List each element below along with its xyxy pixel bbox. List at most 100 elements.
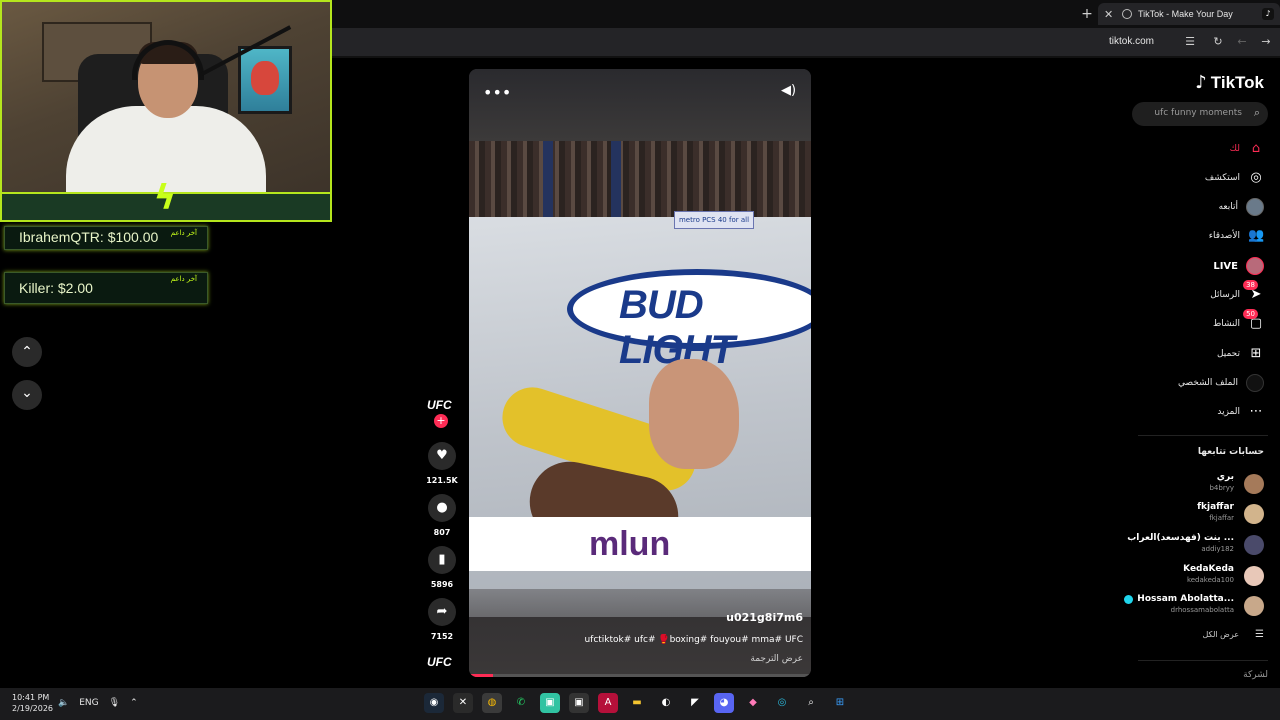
- more-options-icon[interactable]: •••: [483, 83, 511, 102]
- sidebar-item-more[interactable]: المزيد ⋯: [1217, 403, 1264, 421]
- back-icon[interactable]: ←: [1234, 34, 1250, 50]
- reload-icon[interactable]: ↻: [1210, 34, 1226, 50]
- tab-strip: + ✕ TikTok - Make Your Day ♪: [330, 0, 1280, 28]
- account-name: بنت (فهدسعد)العراب ...: [1127, 533, 1234, 543]
- site-settings-icon[interactable]: ☰: [1182, 34, 1198, 50]
- creator-avatar[interactable]: UFC: [427, 398, 457, 414]
- next-video-button[interactable]: ⌄: [12, 380, 42, 410]
- like-button[interactable]: ♥: [428, 442, 456, 470]
- volume-tray-icon[interactable]: 🔈: [58, 698, 69, 708]
- avatar: [1244, 596, 1264, 616]
- edge-icon[interactable]: ◎: [772, 693, 792, 713]
- following-accounts-title: حسابات تتابعها: [1197, 447, 1264, 457]
- followed-account[interactable]: KedaKeda kedakeda100: [1124, 564, 1264, 588]
- compass-icon: ◎: [1250, 170, 1262, 185]
- mat-logo-text: BUD LIGHT: [619, 283, 735, 372]
- followed-account[interactable]: بري b4bryy: [1124, 472, 1264, 496]
- previous-video-button[interactable]: ⌃: [12, 337, 42, 367]
- music-disc-logo[interactable]: UFC: [427, 655, 452, 669]
- clock-time: 10:41 PM: [12, 693, 50, 702]
- sidebar-item-label: أتابعه: [1218, 202, 1238, 212]
- channel-logo-icon: ϟ: [153, 178, 177, 218]
- followed-account[interactable]: fkjaffar fkjaffar: [1124, 502, 1264, 526]
- streamer-webcam: ϟ: [0, 0, 332, 222]
- sidebar-divider: [1138, 660, 1268, 661]
- sidebar-item-live[interactable]: LIVE: [1213, 257, 1264, 275]
- capcut-icon[interactable]: ◤: [685, 693, 705, 713]
- tab-favicon-icon: [1122, 9, 1132, 19]
- account-name: KedaKeda: [1183, 564, 1234, 574]
- video-caption[interactable]: ufctiktok# ufc# 🥊boxing# fouyou# mma# UF…: [584, 635, 803, 645]
- video-author[interactable]: u021g8i7m6: [726, 611, 803, 624]
- taskbar: 10:41 PM 2/19/2026 🔈 ENG 🎙 ⌃ ◉ ✕ ◍ ✆ ▣ ▣…: [0, 688, 1280, 720]
- more-icon: ⋯: [1249, 404, 1263, 419]
- account-handle: b4bryy: [1209, 484, 1234, 492]
- sidebar-item-following[interactable]: أتابعه: [1219, 198, 1264, 216]
- comment-button[interactable]: ●: [428, 494, 456, 522]
- volume-icon[interactable]: ◀): [781, 83, 797, 98]
- language-indicator[interactable]: ENG: [79, 698, 98, 708]
- video-crowd: [469, 141, 811, 217]
- list-icon: ☰: [1255, 629, 1264, 640]
- like-count: 121.5K: [426, 476, 458, 485]
- tiktok-wordmark: TikTok: [1210, 72, 1264, 92]
- tiktok-favicon-icon: ♪: [1262, 8, 1274, 20]
- system-clock[interactable]: 10:41 PM 2/19/2026: [12, 692, 53, 714]
- app-icon[interactable]: ◐: [656, 693, 676, 713]
- sidebar-divider: [1138, 435, 1268, 436]
- discord-icon[interactable]: ◕: [714, 693, 734, 713]
- see-all-link[interactable]: عرض الكل ☰: [1202, 629, 1264, 640]
- sidebar-item-activity[interactable]: النشاط ▢ 50: [1213, 309, 1264, 333]
- taskbar-apps: ◉ ✕ ◍ ✆ ▣ ▣ A ▬ ◐ ◤ ◕ ◆ ◎ ⌕ ⊞: [424, 693, 850, 713]
- browser-tab[interactable]: ✕ TikTok - Make Your Day ♪: [1098, 3, 1280, 25]
- adobe-icon[interactable]: A: [598, 693, 618, 713]
- sidebar-item-upload[interactable]: تحميل ⊞: [1217, 345, 1264, 363]
- close-tab-icon[interactable]: ✕: [1104, 8, 1116, 21]
- video-progress-bar[interactable]: [469, 674, 811, 677]
- sidebar-item-explore[interactable]: استكشف ◎: [1205, 169, 1264, 187]
- sidebar-item-label: تحميل: [1216, 349, 1240, 359]
- followed-account[interactable]: Hossam Abolatta... drhossamabolatta: [1124, 594, 1264, 618]
- bookmark-button[interactable]: ▮: [428, 546, 456, 574]
- sidebar-item-label: لك: [1229, 144, 1240, 154]
- followed-account[interactable]: بنت (فهدسعد)العراب ... addiy182: [1124, 533, 1264, 557]
- upload-icon: ⊞: [1250, 346, 1262, 361]
- new-tab-button[interactable]: +: [1078, 5, 1096, 23]
- xbox-icon[interactable]: ✕: [453, 693, 473, 713]
- search-icon[interactable]: ⌕: [1254, 106, 1260, 120]
- sidebar-item-messages[interactable]: الرسائل ➤ 38: [1210, 280, 1264, 304]
- forward-icon[interactable]: →: [1258, 34, 1274, 50]
- donation-amount: IbrahemQTR: $100.00: [19, 229, 159, 245]
- fighter-top: [649, 359, 739, 469]
- translate-link[interactable]: عرض الترجمة: [750, 654, 803, 664]
- tiktok-logo[interactable]: ♪ TikTok: [1195, 72, 1264, 93]
- share-button[interactable]: ➦: [428, 598, 456, 626]
- streamlabs-icon[interactable]: ▣: [540, 693, 560, 713]
- octagon-fence-band: mlun: [469, 517, 811, 571]
- steam-icon[interactable]: ◉: [424, 693, 444, 713]
- whatsapp-icon[interactable]: ✆: [511, 693, 531, 713]
- obs-icon[interactable]: ▣: [569, 693, 589, 713]
- clock-date: 2/19/2026: [12, 704, 54, 713]
- address-bar: tiktok.com ☰ ↻ ← →: [330, 28, 1280, 56]
- sidebar-item-for-you[interactable]: لك ⌂: [1230, 140, 1264, 158]
- file-explorer-icon[interactable]: ▬: [627, 693, 647, 713]
- microphone-icon[interactable]: 🎙: [109, 698, 120, 708]
- company-link[interactable]: لشركة: [1243, 670, 1268, 680]
- search-taskbar-icon[interactable]: ⌕: [801, 693, 821, 713]
- follow-button[interactable]: +: [434, 414, 448, 428]
- avatar: [1244, 535, 1264, 555]
- search-input[interactable]: ufc funny moments ⌕: [1132, 102, 1268, 126]
- url-text[interactable]: tiktok.com: [1109, 36, 1154, 47]
- home-icon: ⌂: [1251, 141, 1261, 156]
- sidebar-item-profile[interactable]: الملف الشخصي: [1178, 374, 1264, 392]
- copilot-icon[interactable]: ◆: [743, 693, 763, 713]
- comment-count: 807: [433, 528, 451, 537]
- tray-expand-icon[interactable]: ⌃: [130, 698, 138, 708]
- donation-banner: Killer: $2.00 آخر داعم: [4, 272, 208, 304]
- sidebar-item-friends[interactable]: الأصدقاء 👥: [1209, 227, 1264, 245]
- windows-start-icon[interactable]: ⊞: [830, 693, 850, 713]
- video-top-fade: [469, 69, 811, 141]
- chrome-icon[interactable]: ◍: [482, 693, 502, 713]
- video-player[interactable]: metro PCS 40 for all BUD LIGHT mlun ••• …: [469, 69, 811, 677]
